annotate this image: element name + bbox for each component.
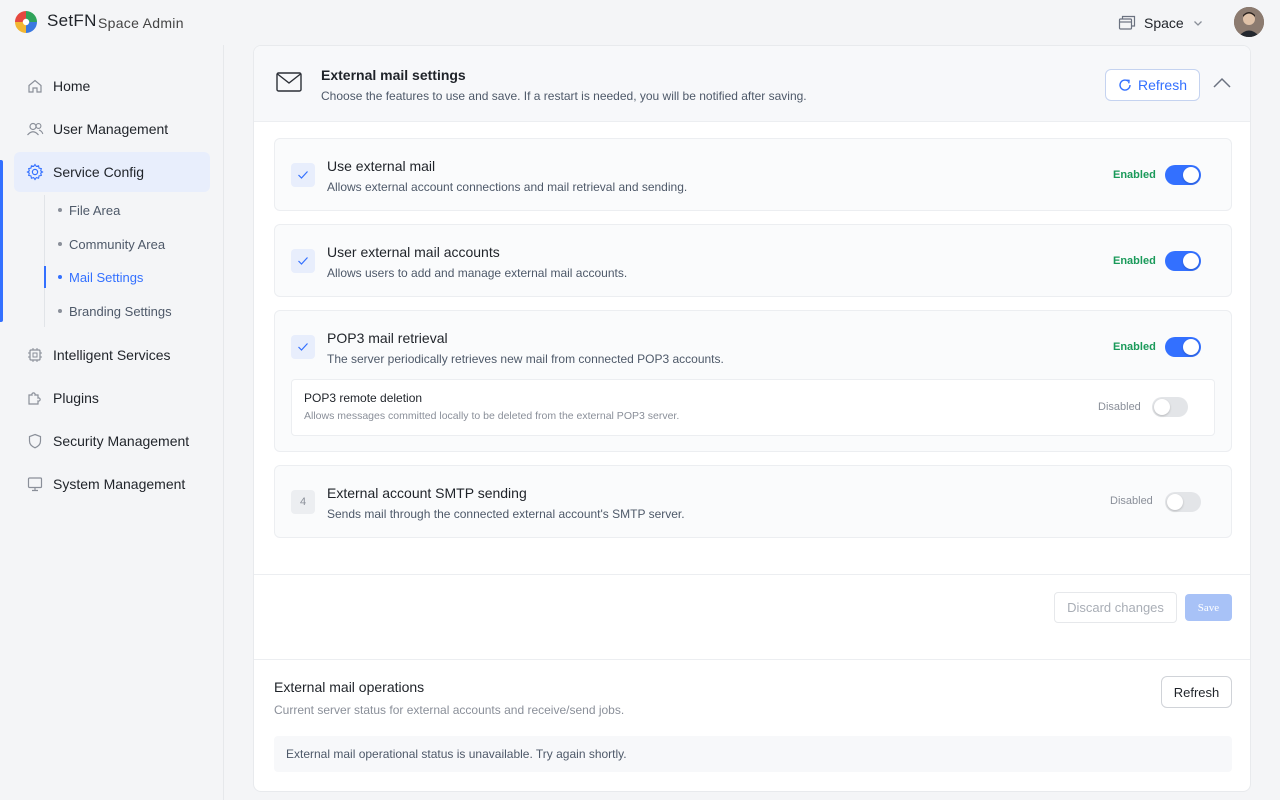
- status-badge: Enabled: [1113, 169, 1156, 181]
- sidebar-subitem-file-area[interactable]: File Area: [58, 200, 120, 220]
- feature-description: The server periodically retrieves new ma…: [327, 352, 724, 366]
- step-number-badge: 4: [291, 490, 315, 514]
- operations-status-message: External mail operational status is unav…: [274, 736, 1232, 772]
- sidebar-subitem-branding-settings[interactable]: Branding Settings: [58, 301, 172, 321]
- subfeature-description: Allows messages committed locally to be …: [304, 410, 680, 422]
- top-bar: SetFN Space Admin Space: [0, 0, 1280, 45]
- sidebar-subitem-community-area[interactable]: Community Area: [58, 234, 165, 254]
- gear-icon: [26, 163, 44, 181]
- brand-name: SetFN: [47, 11, 97, 30]
- status-badge: Disabled: [1098, 401, 1141, 413]
- chip-icon: [26, 346, 44, 364]
- bullet-icon: [58, 309, 62, 313]
- feature-toggle[interactable]: [1165, 165, 1201, 185]
- sidebar-item-label: Security Management: [53, 433, 190, 449]
- divider: [254, 659, 1250, 660]
- shield-icon: [26, 432, 44, 450]
- feature-pop3-remote-deletion: POP3 remote deletion Allows messages com…: [291, 379, 1215, 436]
- feature-user-external-accounts: User external mail accounts Allows users…: [274, 224, 1232, 297]
- sidebar-subitem-label: Community Area: [69, 236, 166, 252]
- status-badge: Enabled: [1113, 255, 1156, 267]
- settings-title: External mail settings: [321, 67, 466, 83]
- sidebar-subitem-label: Branding Settings: [69, 303, 172, 319]
- chevron-down-icon: [1193, 21, 1202, 26]
- sidebar-item-label: Intelligent Services: [53, 347, 171, 363]
- space-switcher[interactable]: Space: [1118, 12, 1204, 34]
- mail-settings-card: External mail settings Choose the featur…: [253, 45, 1251, 792]
- operations-description: Current server status for external accou…: [274, 703, 625, 717]
- feature-toggle[interactable]: [1165, 337, 1201, 357]
- logo-icon: [15, 11, 37, 33]
- feature-description: Sends mail through the connected externa…: [327, 507, 685, 521]
- feature-description: Allows external account connections and …: [327, 180, 688, 194]
- feature-use-external-mail: Use external mail Allows external accoun…: [274, 138, 1232, 211]
- save-button[interactable]: Save: [1185, 594, 1232, 621]
- refresh-icon: [1119, 79, 1131, 91]
- sidebar-item-service-config[interactable]: Service Config: [14, 152, 210, 192]
- sidebar-subitem-label: Mail Settings: [69, 269, 144, 285]
- feature-description: Allows users to add and manage external …: [327, 266, 628, 280]
- sidebar-item-label: Plugins: [53, 390, 99, 406]
- feature-title: POP3 mail retrieval: [327, 330, 448, 346]
- sidebar-item-intelligent-services[interactable]: Intelligent Services: [14, 335, 210, 375]
- brand-subtitle: Space Admin: [98, 15, 184, 31]
- sidebar-subitem-mail-settings[interactable]: Mail Settings: [58, 267, 143, 287]
- feature-title: External account SMTP sending: [327, 485, 527, 501]
- feature-pop3-retrieval: POP3 mail retrieval The server periodica…: [274, 310, 1232, 452]
- feature-smtp-sending: 4 External account SMTP sending Sends ma…: [274, 465, 1232, 538]
- chevron-up-icon[interactable]: [1212, 76, 1232, 90]
- refresh-label: Refresh: [1137, 77, 1188, 93]
- status-badge: Enabled: [1113, 341, 1156, 353]
- subfeature-toggle[interactable]: [1152, 397, 1188, 417]
- avatar-image-icon: [1234, 7, 1264, 37]
- submenu-active-indicator: [44, 266, 46, 288]
- feature-toggle[interactable]: [1165, 251, 1201, 271]
- sidebar-item-label: System Management: [53, 476, 186, 492]
- sidebar-item-security-management[interactable]: Security Management: [14, 421, 210, 461]
- feature-toggle[interactable]: [1165, 492, 1201, 512]
- sidebar-item-label: Home: [53, 78, 91, 94]
- sidebar-item-home[interactable]: Home: [14, 66, 210, 106]
- operations-title: External mail operations: [274, 679, 425, 695]
- check-icon: [291, 335, 315, 359]
- check-icon: [291, 249, 315, 273]
- sidebar-item-plugins[interactable]: Plugins: [14, 378, 210, 418]
- settings-header: External mail settings Choose the featur…: [254, 46, 1250, 122]
- active-section-rail: [0, 160, 3, 322]
- settings-description: Choose the features to use and save. If …: [321, 89, 807, 103]
- window-icon: [1118, 15, 1136, 30]
- puzzle-icon: [26, 389, 44, 407]
- operations-refresh-button[interactable]: Refresh: [1161, 676, 1232, 708]
- bullet-icon: [58, 208, 62, 212]
- monitor-icon: [26, 475, 44, 493]
- feature-title: Use external mail: [327, 158, 436, 174]
- space-label: Space: [1144, 15, 1184, 31]
- divider: [254, 574, 1250, 575]
- status-badge: Disabled: [1110, 495, 1153, 507]
- sidebar-item-label: User Management: [53, 121, 169, 137]
- bullet-icon: [58, 275, 62, 279]
- submenu-rail: [44, 195, 45, 327]
- settings-refresh-button[interactable]: Refresh: [1105, 69, 1200, 101]
- sidebar-item-label: Service Config: [53, 164, 145, 180]
- sidebar-subitem-label: File Area: [69, 202, 121, 218]
- feature-title: User external mail accounts: [327, 244, 500, 260]
- check-icon: [291, 163, 315, 187]
- sidebar: Home User Management Service Config File…: [0, 45, 224, 800]
- bullet-icon: [58, 242, 62, 246]
- mail-icon: [276, 72, 302, 92]
- sidebar-item-system-management[interactable]: System Management: [14, 464, 210, 504]
- discard-changes-button[interactable]: Discard changes: [1054, 592, 1177, 623]
- avatar[interactable]: [1234, 7, 1264, 37]
- sidebar-item-user-management[interactable]: User Management: [14, 109, 210, 149]
- home-icon: [26, 77, 44, 95]
- users-icon: [26, 120, 44, 138]
- subfeature-title: POP3 remote deletion: [304, 391, 423, 405]
